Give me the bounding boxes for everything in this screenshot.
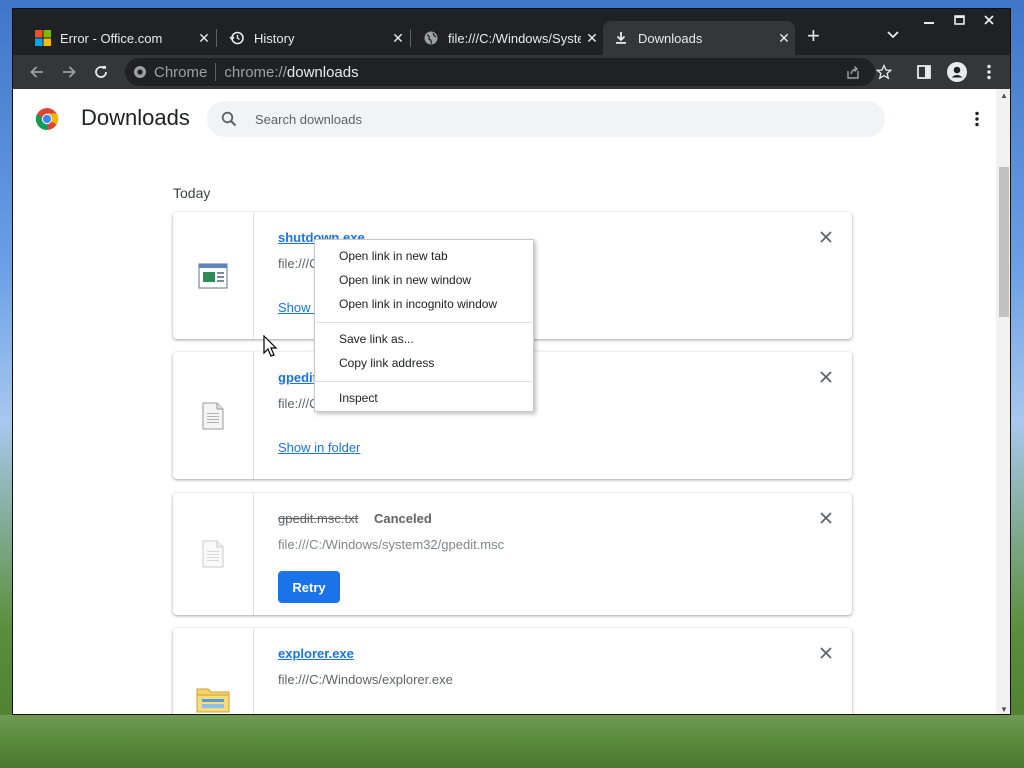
remove-item-icon[interactable] <box>819 646 833 660</box>
document-file-icon <box>202 540 224 568</box>
tab-history[interactable]: History ✕ <box>219 21 409 55</box>
file-name-link[interactable]: gpedit <box>278 370 317 385</box>
bookmark-star-icon[interactable] <box>872 60 896 84</box>
download-item: gpedit.msc.txt Canceled file:///C:/Windo… <box>173 493 852 615</box>
tab-strip: Error - Office.com ✕ History ✕ file:///C… <box>13 9 1010 55</box>
microsoft-logo-icon <box>35 30 51 46</box>
address-bar[interactable]: Chrome chrome://downloads <box>125 58 875 86</box>
tab-search-chevron-icon[interactable] <box>887 27 899 42</box>
date-section-heading: Today <box>173 185 211 201</box>
browser-toolbar: Chrome chrome://downloads <box>13 55 1010 89</box>
remove-item-icon[interactable] <box>819 370 833 384</box>
reload-icon[interactable] <box>89 60 113 84</box>
scroll-up-arrow-icon[interactable]: ▲ <box>1000 91 1008 100</box>
url-host: downloads <box>286 63 359 81</box>
url-scheme: chrome:// <box>224 63 287 81</box>
chrome-icon <box>134 66 146 78</box>
tab-title: History <box>254 30 295 46</box>
mouse-pointer-icon <box>263 335 278 357</box>
divider <box>215 63 217 81</box>
scrollbar-thumb[interactable] <box>999 167 1009 317</box>
menu-divider <box>315 381 533 382</box>
executable-file-icon <box>198 262 228 289</box>
file-url: file:///C:/Windows/explorer.exe <box>278 672 453 687</box>
file-icon-column <box>173 493 254 615</box>
file-icon-column <box>173 352 254 479</box>
new-tab-button[interactable]: + <box>807 25 820 47</box>
file-url: file:///C:/Windows/system32/gpedit.msc <box>278 537 505 552</box>
search-icon <box>221 111 237 127</box>
history-icon <box>229 30 245 46</box>
tab-title: file:///C:/Windows/Syste <box>448 30 581 46</box>
file-url: file:///C <box>278 256 319 271</box>
retry-button[interactable]: Retry <box>278 571 340 603</box>
side-panel-icon[interactable] <box>912 60 936 84</box>
document-file-icon <box>202 402 224 429</box>
file-name-link[interactable]: gpedit.msc.txt <box>278 511 358 526</box>
close-tab-icon[interactable]: ✕ <box>773 30 795 47</box>
file-icon-column <box>173 628 254 714</box>
page-header: Downloads <box>13 89 996 147</box>
search-downloads-bar[interactable] <box>207 101 885 137</box>
remove-item-icon[interactable] <box>819 230 833 244</box>
tab-title: Error - Office.com <box>60 30 163 46</box>
download-icon <box>613 30 629 46</box>
window-controls <box>914 9 1004 31</box>
remove-item-icon[interactable] <box>819 511 833 525</box>
search-input[interactable] <box>253 110 857 128</box>
page-scrollbar[interactable]: ▲ ▼ <box>996 89 1010 714</box>
tab-title: Downloads <box>638 30 703 46</box>
site-info-chip[interactable]: Chrome <box>133 64 207 81</box>
menu-item-inspect[interactable]: Inspect <box>315 387 533 411</box>
minimize-icon[interactable] <box>914 9 944 31</box>
folder-app-icon <box>196 688 230 713</box>
close-tab-icon[interactable]: ✕ <box>581 30 603 47</box>
globe-icon <box>423 30 439 46</box>
close-tab-icon[interactable]: ✕ <box>193 30 215 47</box>
show-in-folder-link[interactable]: Show i <box>278 300 317 315</box>
menu-item-save-link-as[interactable]: Save link as... <box>315 328 533 352</box>
page-title: Downloads <box>81 105 190 130</box>
back-arrow-icon[interactable] <box>25 60 49 84</box>
scroll-down-arrow-icon[interactable]: ▼ <box>1000 705 1008 714</box>
maximize-icon[interactable] <box>944 9 974 31</box>
menu-item-open-incognito[interactable]: Open link in incognito window <box>315 293 533 317</box>
browser-menu-icon[interactable] <box>977 60 1001 84</box>
share-icon[interactable] <box>841 60 865 84</box>
file-icon-column <box>173 212 254 339</box>
desktop-background <box>0 715 1024 768</box>
file-url: file:///C <box>278 396 319 411</box>
tab-downloads[interactable]: Downloads ✕ <box>603 21 795 55</box>
close-tab-icon[interactable]: ✕ <box>387 30 409 47</box>
link-context-menu: Open link in new tab Open link in new wi… <box>314 239 534 412</box>
tab-separator <box>410 29 411 47</box>
menu-item-open-new-window[interactable]: Open link in new window <box>315 269 533 293</box>
tab-office-error[interactable]: Error - Office.com ✕ <box>25 21 215 55</box>
more-actions-icon[interactable] <box>969 111 985 127</box>
show-in-folder-link[interactable]: Show in folder <box>278 440 360 455</box>
profile-avatar-icon[interactable] <box>945 60 969 84</box>
download-item: explorer.exe file:///C:/Windows/explorer… <box>173 628 852 714</box>
chip-label: Chrome <box>154 63 208 81</box>
tab-separator <box>216 29 217 47</box>
forward-arrow-icon[interactable] <box>57 60 81 84</box>
menu-divider <box>315 322 533 323</box>
menu-item-open-new-tab[interactable]: Open link in new tab <box>315 245 533 269</box>
tab-file-system32[interactable]: file:///C:/Windows/Syste ✕ <box>413 21 603 55</box>
status-label: Canceled <box>374 511 432 526</box>
chrome-logo-icon <box>35 108 59 130</box>
menu-item-copy-link-address[interactable]: Copy link address <box>315 352 533 376</box>
close-window-icon[interactable] <box>974 9 1004 31</box>
file-name-link[interactable]: explorer.exe <box>278 646 354 661</box>
